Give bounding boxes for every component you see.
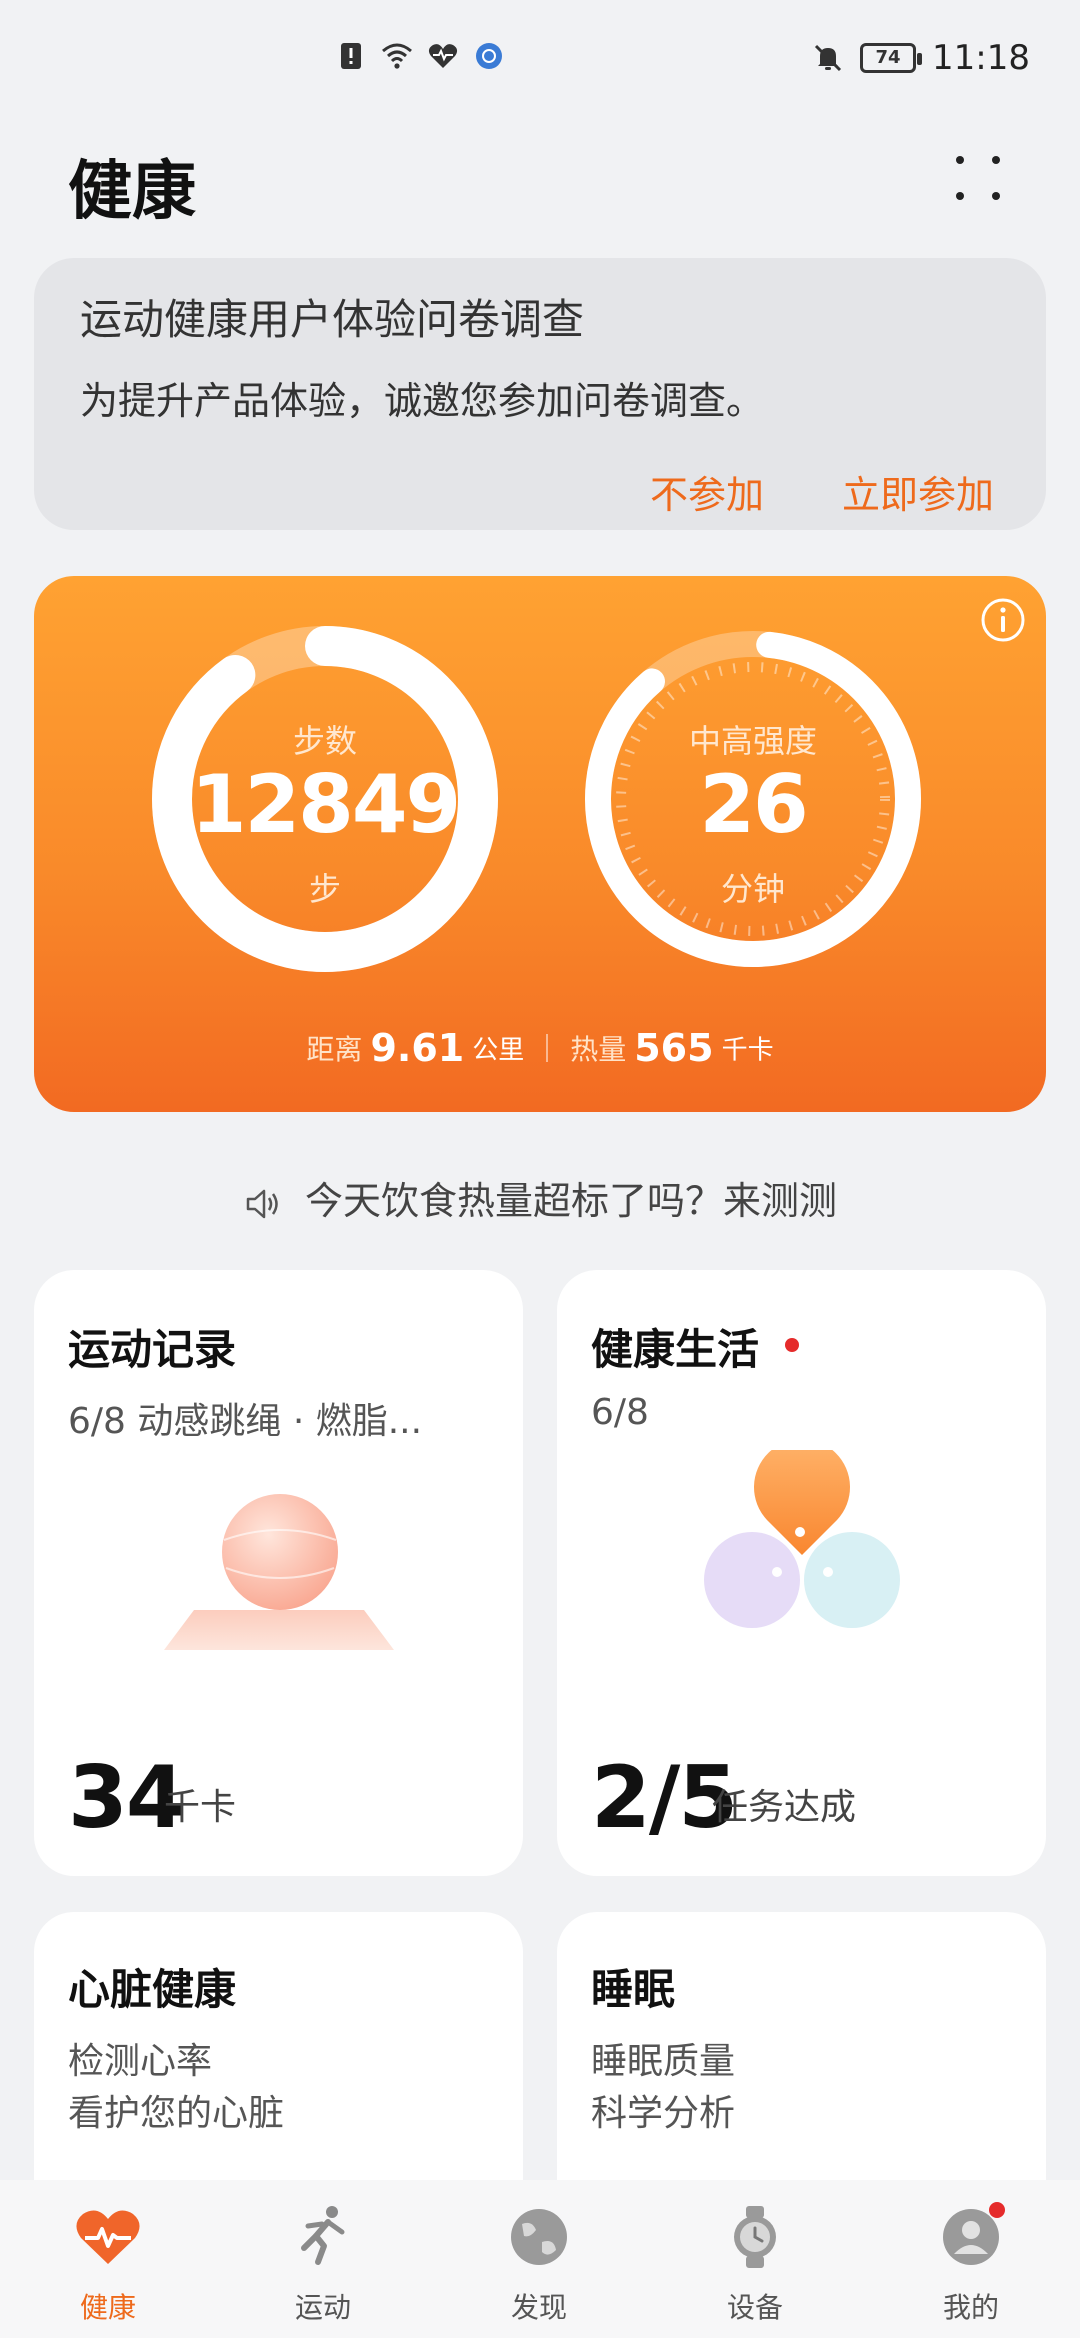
profile-notification-dot (989, 2202, 1005, 2218)
sleep-line1: 睡眠质量 (591, 2041, 736, 2082)
survey-title: 运动健康用户体验问卷调查 (80, 295, 585, 344)
distance-value: 9.61 (370, 1026, 465, 1070)
dot-icon (992, 156, 1000, 164)
app-notification-icon (476, 43, 502, 69)
calories-unit: 千卡 (721, 1035, 774, 1066)
intensity-ring[interactable]: 中高强度 26 分钟 (578, 624, 928, 974)
health-monitor-icon (428, 44, 458, 68)
dot-icon (956, 192, 964, 200)
steps-unit: 步 (308, 870, 341, 908)
healthy-living-title: 健康生活 (591, 1325, 760, 1374)
nav-tab-profile[interactable]: 我的 (901, 2202, 1041, 2326)
exercise-record-title: 运动记录 (68, 1325, 237, 1374)
distance-unit: 公里 (472, 1035, 525, 1066)
nav-tab-discover[interactable]: 发现 (469, 2202, 609, 2326)
survey-decline-button[interactable]: 不参加 (650, 464, 764, 519)
watch-icon (734, 2206, 776, 2268)
nav-label-devices: 设备 (726, 2291, 783, 2324)
steps-value: 12849 (190, 758, 461, 851)
steps-label: 步数 (292, 722, 357, 760)
survey-description: 为提升产品体验，诚邀您参加问卷调查。 (80, 379, 765, 423)
info-icon[interactable] (979, 596, 1027, 644)
page-title: 健康 (68, 155, 196, 229)
status-bar: 74 11:18 (0, 0, 1080, 120)
healthy-living-unit: 任务达成 (712, 1787, 857, 1828)
nav-label-health: 健康 (79, 2291, 136, 2324)
healthy-living-tile[interactable]: 健康生活 6/8 2/5 任务达成 (557, 1270, 1046, 1876)
heart-health-line1: 检测心率 (68, 2041, 213, 2082)
intensity-value: 26 (699, 758, 808, 851)
speaker-icon (246, 1189, 278, 1218)
heart-health-line2: 看护您的心脏 (68, 2093, 285, 2134)
nav-label-profile: 我的 (942, 2291, 999, 2324)
healthy-living-illustration (704, 1450, 900, 1628)
bottom-navigation: 健康 运动 发现 设备 我的 (0, 2180, 1080, 2338)
exercise-record-tile[interactable]: 运动记录 6/8 动感跳绳 · 燃脂... 34 千卡 (34, 1270, 523, 1876)
diet-tip-text: 今天饮食热量超标了吗？来测测 (304, 1179, 837, 1223)
intensity-label: 中高强度 (688, 722, 817, 760)
running-icon (301, 2206, 345, 2265)
steps-ring[interactable]: 步数 12849 步 (150, 624, 500, 974)
distance-label: 距离 (306, 1033, 363, 1066)
nav-label-discover: 发现 (510, 2291, 567, 2324)
exercise-ball-illustration (164, 1494, 394, 1650)
calories-value: 565 (634, 1026, 714, 1070)
globe-icon (511, 2209, 567, 2265)
notification-dot (785, 1338, 799, 1352)
dot-icon (956, 156, 964, 164)
status-clock: 11:18 (932, 38, 1030, 78)
diet-tip-banner[interactable]: 今天饮食热量超标了吗？来测测 (0, 1170, 1080, 1225)
bell-muted-icon (814, 44, 842, 72)
activity-stats: 距离 9.61 公里 热量 565 千卡 (34, 1026, 1046, 1070)
more-options-button[interactable] (950, 150, 1010, 210)
exercise-calories-unit: 千卡 (164, 1787, 237, 1828)
nav-label-exercise: 运动 (294, 2291, 351, 2324)
sleep-title: 睡眠 (591, 1965, 676, 2014)
stats-divider (546, 1034, 549, 1062)
sim-alert-icon (341, 43, 361, 69)
survey-card: 运动健康用户体验问卷调查 为提升产品体验，诚邀您参加问卷调查。 不参加 立即参加 (34, 258, 1046, 530)
healthy-living-subtitle: 6/8 (591, 1392, 649, 1433)
dot-icon (992, 192, 1000, 200)
intensity-unit: 分钟 (720, 870, 785, 908)
calories-label: 热量 (570, 1033, 627, 1066)
exercise-record-subtitle: 6/8 动感跳绳 · 燃脂... (68, 1401, 423, 1442)
nav-tab-health[interactable]: 健康 (38, 2202, 178, 2326)
heart-health-title: 心脏健康 (68, 1965, 237, 2014)
battery-indicator: 74 (860, 43, 923, 73)
heart-icon (76, 2210, 140, 2264)
activity-summary-card[interactable]: 步数 12849 步 中高强度 26 分钟 距离 9.61 公里 热量 565 千卡 (34, 576, 1046, 1112)
survey-join-button[interactable]: 立即参加 (842, 464, 994, 519)
wifi-icon (382, 43, 412, 69)
nav-tab-exercise[interactable]: 运动 (253, 2202, 393, 2326)
nav-tab-devices[interactable]: 设备 (685, 2202, 825, 2326)
sleep-line2: 科学分析 (591, 2093, 736, 2134)
